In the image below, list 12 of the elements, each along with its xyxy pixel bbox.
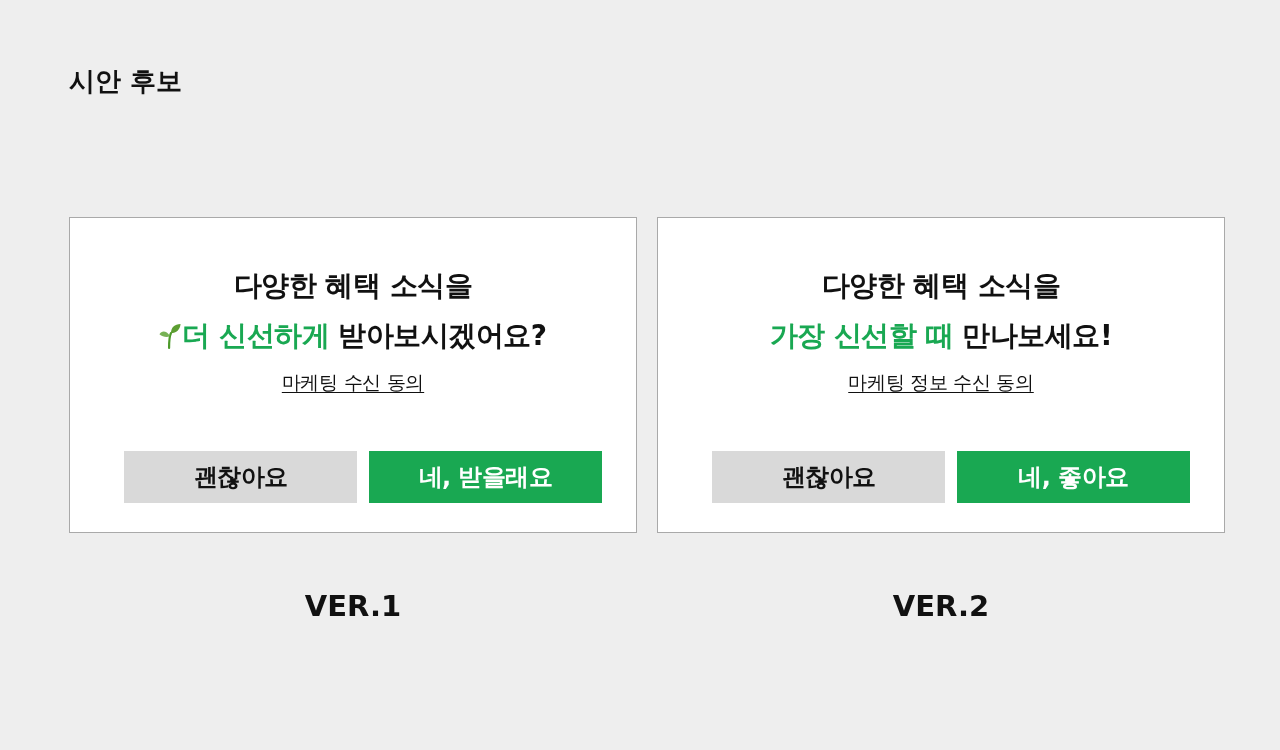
decline-button[interactable]: 괜찮아요: [712, 451, 945, 503]
sprout-icon: [159, 322, 182, 350]
headline-text: 다양한 혜택 소식을: [233, 268, 473, 304]
headline-text: 다양한 혜택 소식을: [821, 268, 1061, 304]
headline-text: 가장 신선할 때 만나보세요!: [769, 318, 1113, 354]
decline-button[interactable]: 괜찮아요: [124, 451, 357, 503]
headline-text: 더 신선하게 받아보시겠어요?: [182, 318, 547, 354]
version-label: VER.2: [892, 588, 990, 624]
consent-link[interactable]: 마케팅 수신 동의: [281, 369, 425, 395]
page-title: 시안 후보: [69, 65, 183, 98]
version-label: VER.1: [304, 588, 402, 624]
consent-link[interactable]: 마케팅 정보 수신 동의: [848, 369, 1034, 395]
